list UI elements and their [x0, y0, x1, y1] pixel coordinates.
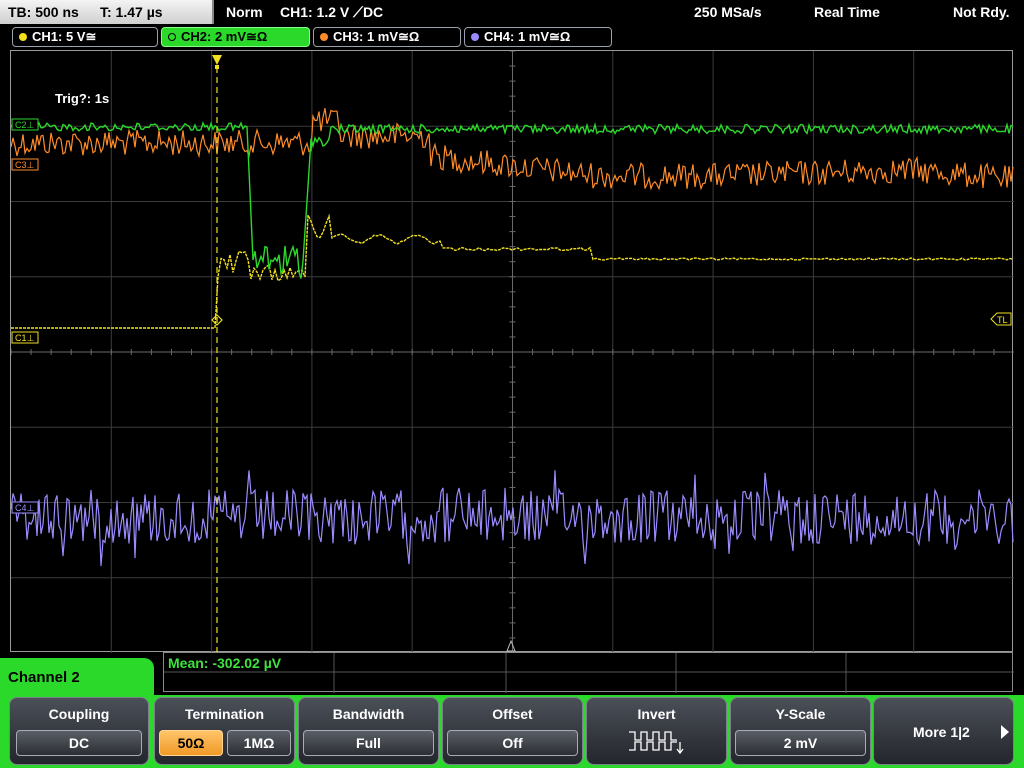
- ch4-offset-marker[interactable]: C4⊥: [11, 501, 39, 514]
- coupling-value[interactable]: DC: [16, 730, 142, 756]
- channel-tab-ch2[interactable]: CH2: 2 mV≅Ω: [161, 27, 310, 47]
- yscale-title: Y-Scale: [775, 706, 826, 722]
- status-bar: TB: 500 ns T: 1.47 µs Norm CH1: 1.2 V ⟋D…: [0, 0, 1024, 24]
- termination-1mohm-option[interactable]: 1MΩ: [227, 730, 291, 756]
- coupling-title: Coupling: [48, 706, 110, 722]
- termination-softkey[interactable]: Termination 50Ω 1MΩ: [154, 697, 295, 765]
- bandwidth-title: Bandwidth: [332, 706, 405, 722]
- ch4-tab-label: CH4: 1 mV≅Ω: [484, 29, 571, 44]
- offset-value[interactable]: Off: [447, 730, 578, 756]
- invert-title: Invert: [637, 706, 676, 722]
- ch3-dot-icon: [320, 33, 328, 41]
- ch3-tab-label: CH3: 1 mV≅Ω: [333, 29, 420, 44]
- bandwidth-softkey[interactable]: Bandwidth Full: [298, 697, 439, 765]
- trigger-source[interactable]: CH1: 1.2 V ⟋DC: [280, 4, 383, 21]
- timebase-label: TB: 500 ns: [8, 4, 79, 20]
- center-reference-icon: [506, 639, 516, 652]
- trigger-level-marker[interactable]: TL: [990, 312, 1012, 326]
- ch2-dot-icon: [168, 33, 176, 41]
- next-page-arrow-icon: [1001, 725, 1009, 739]
- channel-tab-ch3[interactable]: CH3: 1 mV≅Ω: [313, 27, 461, 47]
- measurement-bar: [163, 652, 1014, 693]
- offset-softkey[interactable]: Offset Off: [442, 697, 583, 765]
- waveform-canvas: C2⊥ C3⊥ C1⊥ C4⊥ TL Trig?: 1s: [11, 51, 1014, 653]
- offset-title: Offset: [492, 706, 533, 722]
- sample-rate: 250 MSa/s: [694, 4, 762, 20]
- ch2-marker-label: C2⊥: [15, 120, 35, 130]
- ch4-marker-label: C4⊥: [15, 503, 35, 513]
- yscale-value[interactable]: 2 mV: [735, 730, 866, 756]
- bandwidth-value[interactable]: Full: [303, 730, 434, 756]
- measurement-grid: [164, 653, 1014, 693]
- acquisition-state: Not Rdy.: [953, 4, 1010, 20]
- ch3-offset-marker[interactable]: C3⊥: [11, 158, 39, 171]
- trigger-level-label: TL: [997, 315, 1008, 325]
- timebase-box[interactable]: TB: 500 ns T: 1.47 µs: [0, 0, 214, 24]
- more-label: More 1|2: [913, 724, 970, 740]
- trigger-status-text: Trig?: 1s: [55, 91, 109, 106]
- invert-waveform-icon: [629, 731, 684, 755]
- trigger-stem-icon: [215, 65, 219, 69]
- mean-measurement: Mean: -302.02 µV: [168, 655, 282, 671]
- waveform-display[interactable]: C2⊥ C3⊥ C1⊥ C4⊥ TL Trig?: 1s: [10, 50, 1014, 653]
- ch3-marker-label: C3⊥: [15, 160, 35, 170]
- ch1-dot-icon: [19, 33, 27, 41]
- ch2-offset-marker[interactable]: C2⊥: [11, 118, 39, 131]
- ch2-tab-label: CH2: 2 mV≅Ω: [181, 29, 268, 44]
- ch1-tab-label: CH1: 5 V≅: [32, 29, 97, 44]
- ch1-offset-marker[interactable]: C1⊥: [11, 331, 39, 344]
- trigger-mode[interactable]: Norm: [226, 4, 263, 20]
- channel-tab-ch1[interactable]: CH1: 5 V≅: [12, 27, 158, 47]
- ch1-marker-label: C1⊥: [15, 333, 35, 343]
- trigger-time-label: T: 1.47 µs: [100, 4, 163, 20]
- more-softkey[interactable]: More 1|2: [873, 697, 1014, 765]
- graticule-grid: [11, 51, 1014, 653]
- termination-50ohm-option[interactable]: 50Ω: [159, 730, 223, 756]
- yscale-softkey[interactable]: Y-Scale 2 mV: [730, 697, 871, 765]
- acquisition-mode: Real Time: [814, 4, 880, 20]
- invert-softkey[interactable]: Invert: [586, 697, 727, 765]
- ch4-dot-icon: [471, 33, 479, 41]
- menu-channel-label: Channel 2: [0, 658, 154, 698]
- channel-tab-ch4[interactable]: CH4: 1 mV≅Ω: [464, 27, 612, 47]
- trigger-position-icon[interactable]: [212, 55, 222, 65]
- termination-title: Termination: [184, 706, 265, 722]
- coupling-softkey[interactable]: Coupling DC: [9, 697, 149, 765]
